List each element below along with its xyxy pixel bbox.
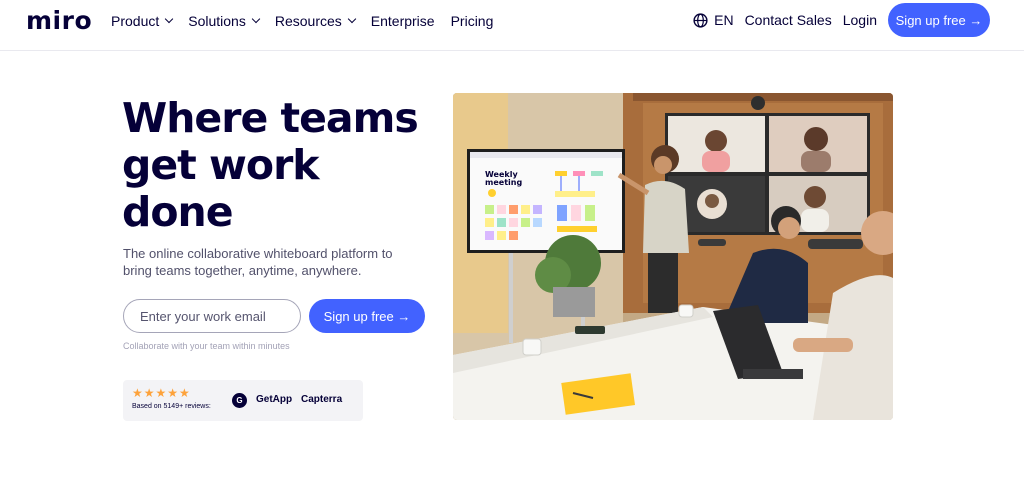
hero-subtitle: The online collaborative whiteboard plat… xyxy=(123,246,393,278)
miro-logo[interactable]: miro xyxy=(26,6,92,35)
nav-item-label: Enterprise xyxy=(370,13,435,29)
hero-signup-button[interactable]: Sign up free → xyxy=(309,299,425,333)
chevron-down-icon xyxy=(347,14,357,24)
nav-item-label: Resources xyxy=(274,13,342,29)
ratings-box: ★★★★★ Based on 5149+ reviews: G GetApp C… xyxy=(123,380,363,421)
g2-logo-icon: G xyxy=(232,393,247,408)
signup-note: Collaborate with your team within minute… xyxy=(123,341,290,351)
header-actions: EN Contact Sales Login Sign up free → xyxy=(693,3,990,37)
login-link[interactable]: Login xyxy=(843,12,877,28)
getapp-logo: GetApp xyxy=(256,394,293,405)
meeting-room-illustration: Weekly meeting xyxy=(453,93,893,420)
star-rating: ★★★★★ xyxy=(132,386,191,400)
language-selector[interactable]: EN xyxy=(693,12,734,28)
hero-title-line: Where teams xyxy=(122,94,419,142)
contact-sales-link[interactable]: Contact Sales xyxy=(745,12,832,28)
nav-item-label: Pricing xyxy=(450,13,494,29)
email-input[interactable] xyxy=(123,299,301,333)
nav-item-pricing[interactable]: Pricing xyxy=(451,12,494,30)
hero-image: Weekly meeting xyxy=(453,93,893,420)
nav-item-enterprise[interactable]: Enterprise xyxy=(371,12,435,30)
globe-icon xyxy=(693,12,708,28)
nav-item-label: Product xyxy=(111,13,160,29)
nav-item-resources[interactable]: Resources xyxy=(274,12,357,30)
reviews-count: Based on 5149+ reviews: xyxy=(132,403,211,410)
hero-title: Where teams get work done xyxy=(122,95,442,236)
capterra-logo: Capterra xyxy=(301,394,343,405)
nav-item-product[interactable]: Product xyxy=(111,12,174,30)
language-label: EN xyxy=(714,12,734,28)
chevron-down-icon xyxy=(165,14,174,24)
top-navigation-bar: miro Product Solutions Resources Enterpr… xyxy=(0,0,1024,51)
header-signup-button[interactable]: Sign up free → xyxy=(888,3,990,37)
main-nav: Product Solutions Resources Enterprise P… xyxy=(111,12,493,30)
nav-item-solutions[interactable]: Solutions xyxy=(188,12,261,30)
hero-title-line: get work xyxy=(122,141,320,189)
hero-title-line: done xyxy=(122,188,234,236)
chevron-down-icon xyxy=(251,14,261,24)
nav-item-label: Solutions xyxy=(188,13,246,29)
board-title: meeting xyxy=(485,178,522,187)
